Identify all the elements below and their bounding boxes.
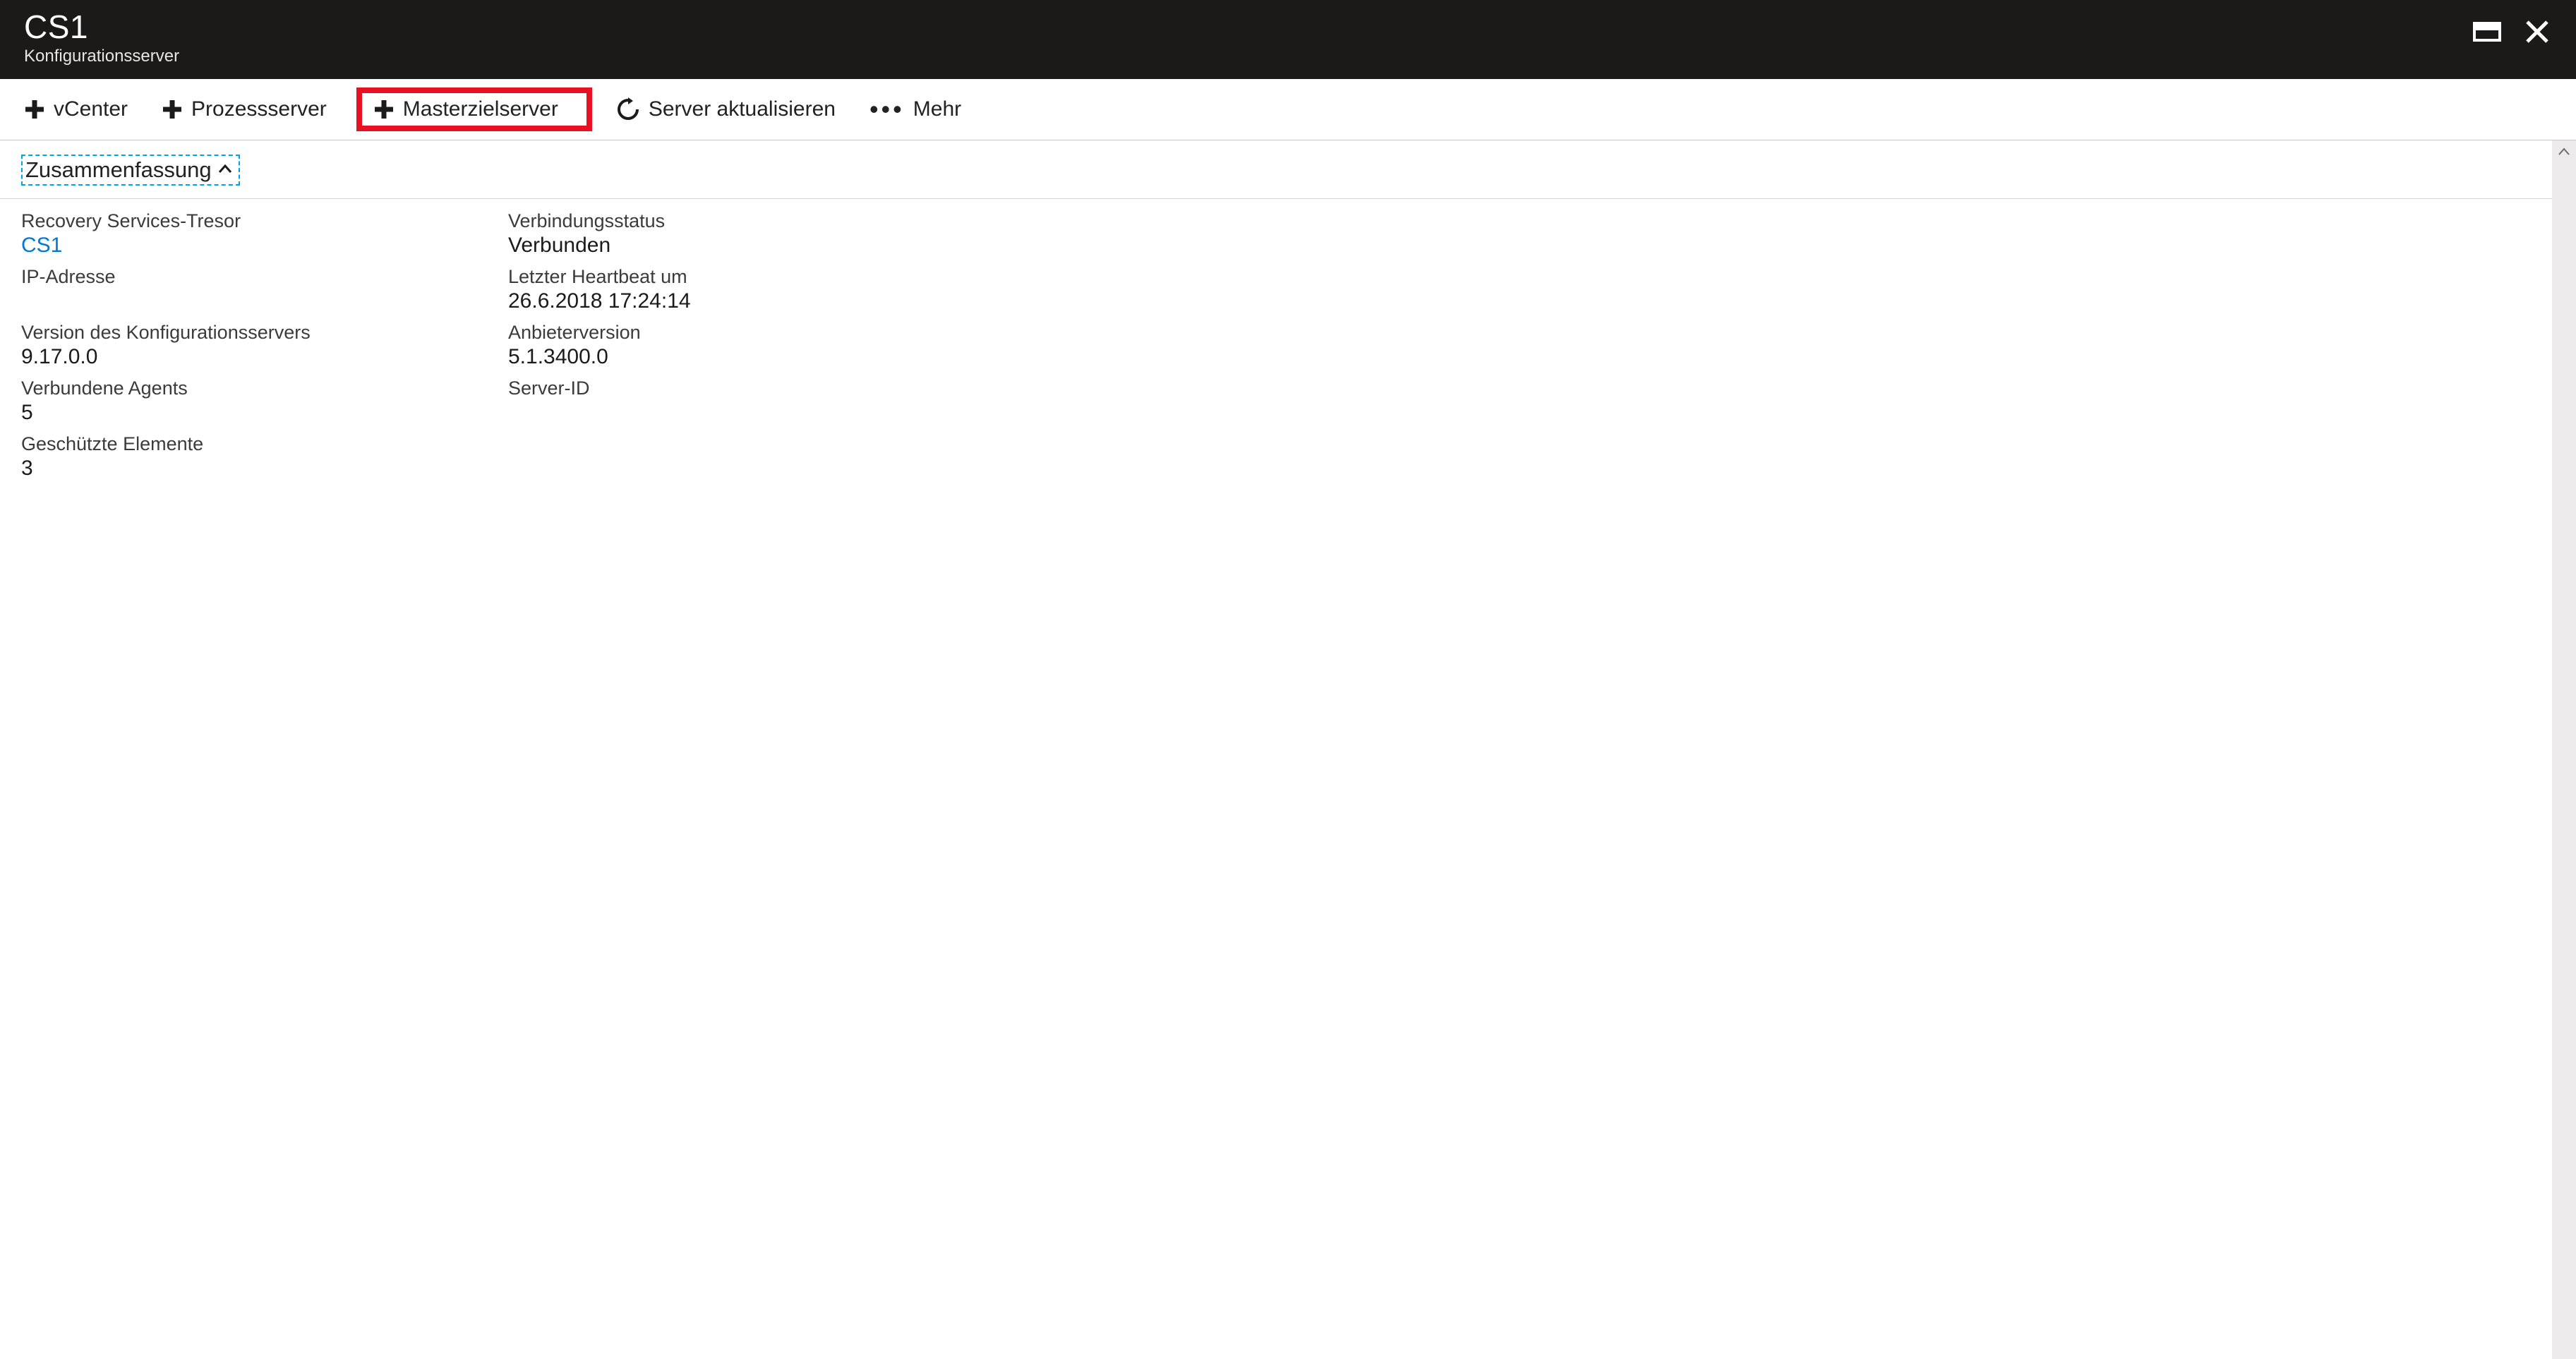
kv-value: 3 <box>21 457 452 481</box>
kv-label: IP-Adresse <box>21 266 452 288</box>
kv-value: Verbunden <box>508 234 939 258</box>
toolbar-label: Masterzielserver <box>403 97 558 121</box>
add-master-target-button[interactable]: Masterzielserver <box>356 87 592 131</box>
kv-label: Server-ID <box>508 378 939 399</box>
kv-protected-items: Geschützte Elemente 3 <box>21 433 452 481</box>
add-process-server-button[interactable]: Prozessserver <box>157 92 337 127</box>
section-title: Zusammenfassung <box>25 157 212 183</box>
kv-label: Geschützte Elemente <box>21 433 452 455</box>
blade-titles: CS1 Konfigurationsserver <box>24 10 179 66</box>
restore-window-icon[interactable] <box>2473 20 2501 43</box>
kv-label: Verbindungsstatus <box>508 210 939 232</box>
refresh-icon <box>616 97 640 121</box>
toolbar-label: vCenter <box>54 97 128 121</box>
kv-value: 5.1.3400.0 <box>508 345 939 369</box>
kv-recovery-vault: Recovery Services-Tresor CS1 <box>21 210 452 258</box>
refresh-server-button[interactable]: Server aktualisieren <box>612 92 845 127</box>
kv-label: Letzter Heartbeat um <box>508 266 939 288</box>
blade-body: Zusammenfassung Recovery Services-Tresor… <box>0 140 2576 1359</box>
kv-empty <box>508 433 939 481</box>
kv-connected-agents: Verbundene Agents 5 <box>21 378 452 425</box>
blade-content: Zusammenfassung Recovery Services-Tresor… <box>0 140 2552 1359</box>
chevron-up-icon <box>217 157 233 183</box>
summary-grid: Recovery Services-Tresor CS1 Verbindungs… <box>0 210 960 499</box>
ellipsis-icon: ••• <box>869 104 905 114</box>
kv-label: Verbundene Agents <box>21 378 452 399</box>
kv-value: 26.6.2018 17:24:14 <box>508 289 939 313</box>
kv-last-heartbeat: Letzter Heartbeat um 26.6.2018 17:24:14 <box>508 266 939 313</box>
blade-root: CS1 Konfigurationsserver vC <box>0 0 2576 1359</box>
kv-connection-status: Verbindungsstatus Verbunden <box>508 210 939 258</box>
kv-label: Recovery Services-Tresor <box>21 210 452 232</box>
kv-config-server-version: Version des Konfigurationsservers 9.17.0… <box>21 322 452 369</box>
header-controls <box>2473 10 2552 44</box>
kv-provider-version: Anbieterversion 5.1.3400.0 <box>508 322 939 369</box>
plus-icon <box>162 99 183 120</box>
close-icon[interactable] <box>2525 20 2549 44</box>
scrollbar[interactable] <box>2552 140 2576 1359</box>
kv-value: 9.17.0.0 <box>21 345 452 369</box>
toolbar: vCenter Prozessserver Masterzielserver S… <box>0 79 2576 140</box>
toolbar-label: Mehr <box>913 97 961 121</box>
blade-subtitle: Konfigurationsserver <box>24 47 179 66</box>
kv-value: 5 <box>21 401 452 425</box>
kv-ip-address: IP-Adresse <box>21 266 452 313</box>
kv-value-link[interactable]: CS1 <box>21 234 452 258</box>
toolbar-label: Server aktualisieren <box>649 97 836 121</box>
kv-label: Version des Konfigurationsservers <box>21 322 452 344</box>
toolbar-label: Prozessserver <box>191 97 327 121</box>
summary-section-toggle[interactable]: Zusammenfassung <box>21 155 240 186</box>
blade-header: CS1 Konfigurationsserver <box>0 0 2576 79</box>
plus-icon <box>373 99 395 120</box>
blade-title: CS1 <box>24 10 179 44</box>
add-vcenter-button[interactable]: vCenter <box>20 92 138 127</box>
plus-icon <box>24 99 45 120</box>
kv-server-id: Server-ID <box>508 378 939 425</box>
scroll-up-icon[interactable] <box>2557 145 2571 159</box>
divider <box>0 198 2552 199</box>
kv-label: Anbieterversion <box>508 322 939 344</box>
more-button[interactable]: ••• Mehr <box>865 92 971 127</box>
